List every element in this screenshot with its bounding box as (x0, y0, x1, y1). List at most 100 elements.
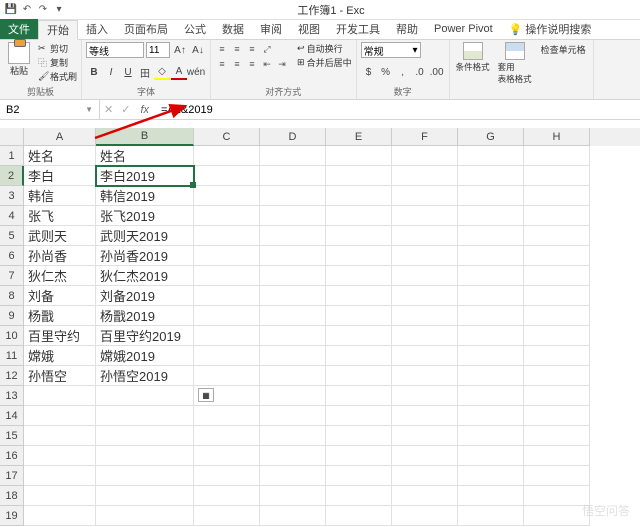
cell-A6[interactable]: 孙尚香 (24, 246, 96, 266)
tab-page-layout[interactable]: 页面布局 (116, 19, 176, 39)
fill-handle[interactable] (190, 182, 196, 188)
cell-E10[interactable] (326, 326, 392, 346)
cell-E12[interactable] (326, 366, 392, 386)
cell-C1[interactable] (194, 146, 260, 166)
row-header[interactable]: 18 (0, 486, 24, 506)
cell-D10[interactable] (260, 326, 326, 346)
row-header[interactable]: 2 (0, 166, 24, 186)
bold-button[interactable]: B (86, 64, 102, 80)
cell-G11[interactable] (458, 346, 524, 366)
row-header[interactable]: 3 (0, 186, 24, 206)
cell-F12[interactable] (392, 366, 458, 386)
cell-E6[interactable] (326, 246, 392, 266)
cell-A10[interactable]: 百里守约 (24, 326, 96, 346)
cell-G3[interactable] (458, 186, 524, 206)
cell-B4[interactable]: 张飞2019 (96, 206, 194, 226)
cell-E15[interactable] (326, 426, 392, 446)
col-header-B[interactable]: B (96, 128, 194, 146)
cell-A7[interactable]: 狄仁杰 (24, 266, 96, 286)
cell-A2[interactable]: 李白 (24, 166, 96, 186)
cell-G14[interactable] (458, 406, 524, 426)
cell-H13[interactable] (524, 386, 590, 406)
cell-H6[interactable] (524, 246, 590, 266)
cell-G6[interactable] (458, 246, 524, 266)
spreadsheet-grid[interactable]: A B C D E F G H 1姓名姓名2李白李白20193韩信韩信20194… (0, 128, 640, 527)
wrap-text-button[interactable]: ↩自动换行 (297, 42, 352, 55)
col-header-A[interactable]: A (24, 128, 96, 146)
formula-bar[interactable]: =A2&2019 (155, 100, 640, 119)
conditional-format-button[interactable]: 条件格式 (454, 42, 492, 99)
align-top-icon[interactable]: ≡ (215, 42, 229, 56)
cell-A11[interactable]: 嫦娥 (24, 346, 96, 366)
align-left-icon[interactable]: ≡ (215, 57, 229, 71)
cell-F7[interactable] (392, 266, 458, 286)
cell-H15[interactable] (524, 426, 590, 446)
cell-D7[interactable] (260, 266, 326, 286)
cell-D14[interactable] (260, 406, 326, 426)
col-header-C[interactable]: C (194, 128, 260, 146)
row-header[interactable]: 8 (0, 286, 24, 306)
cell-D9[interactable] (260, 306, 326, 326)
cell-F13[interactable] (392, 386, 458, 406)
decrease-font-icon[interactable]: A↓ (190, 42, 206, 58)
format-painter-button[interactable]: 🖌格式刷 (38, 70, 77, 83)
row-header[interactable]: 9 (0, 306, 24, 326)
name-box[interactable]: B2▼ (0, 100, 100, 119)
cell-C7[interactable] (194, 266, 260, 286)
row-header[interactable]: 5 (0, 226, 24, 246)
cell-A1[interactable]: 姓名 (24, 146, 96, 166)
cell-F5[interactable] (392, 226, 458, 246)
cell-G13[interactable] (458, 386, 524, 406)
cell-D6[interactable] (260, 246, 326, 266)
cell-C6[interactable] (194, 246, 260, 266)
cell-D4[interactable] (260, 206, 326, 226)
col-header-E[interactable]: E (326, 128, 392, 146)
cell-C2[interactable] (194, 166, 260, 186)
currency-icon[interactable]: $ (361, 64, 377, 80)
autofill-options-icon[interactable]: ▦ (198, 388, 214, 402)
row-header[interactable]: 13 (0, 386, 24, 406)
tab-data[interactable]: 数据 (214, 19, 252, 39)
cell-H2[interactable] (524, 166, 590, 186)
cell-C3[interactable] (194, 186, 260, 206)
increase-font-icon[interactable]: A↑ (172, 42, 188, 58)
enter-icon[interactable]: ✓ (117, 103, 134, 116)
cell-A13[interactable] (24, 386, 96, 406)
cell-B10[interactable]: 百里守约2019 (96, 326, 194, 346)
cell-A16[interactable] (24, 446, 96, 466)
decrease-decimal-icon[interactable]: .00 (429, 64, 445, 80)
cell-A3[interactable]: 韩信 (24, 186, 96, 206)
row-header[interactable]: 11 (0, 346, 24, 366)
cell-D16[interactable] (260, 446, 326, 466)
cell-F17[interactable] (392, 466, 458, 486)
underline-button[interactable]: U (120, 64, 136, 80)
align-right-icon[interactable]: ≡ (245, 57, 259, 71)
cell-G7[interactable] (458, 266, 524, 286)
cell-E17[interactable] (326, 466, 392, 486)
cell-F16[interactable] (392, 446, 458, 466)
cell-G9[interactable] (458, 306, 524, 326)
tab-help[interactable]: 帮助 (388, 19, 426, 39)
tab-insert[interactable]: 插入 (78, 19, 116, 39)
cell-C15[interactable] (194, 426, 260, 446)
cell-C14[interactable] (194, 406, 260, 426)
cell-H5[interactable] (524, 226, 590, 246)
number-format-combo[interactable]: 常规▾ (361, 42, 421, 58)
cell-F2[interactable] (392, 166, 458, 186)
cell-C8[interactable] (194, 286, 260, 306)
row-header[interactable]: 16 (0, 446, 24, 466)
cell-D18[interactable] (260, 486, 326, 506)
cell-G12[interactable] (458, 366, 524, 386)
cell-E1[interactable] (326, 146, 392, 166)
cell-G18[interactable] (458, 486, 524, 506)
col-header-G[interactable]: G (458, 128, 524, 146)
fill-color-button[interactable]: ◇ (154, 64, 170, 80)
cell-D15[interactable] (260, 426, 326, 446)
cell-A14[interactable] (24, 406, 96, 426)
cell-B5[interactable]: 武则天2019 (96, 226, 194, 246)
align-bottom-icon[interactable]: ≡ (245, 42, 259, 56)
save-icon[interactable]: 💾 (4, 3, 18, 17)
cell-C12[interactable] (194, 366, 260, 386)
cell-H3[interactable] (524, 186, 590, 206)
row-header[interactable]: 1 (0, 146, 24, 166)
